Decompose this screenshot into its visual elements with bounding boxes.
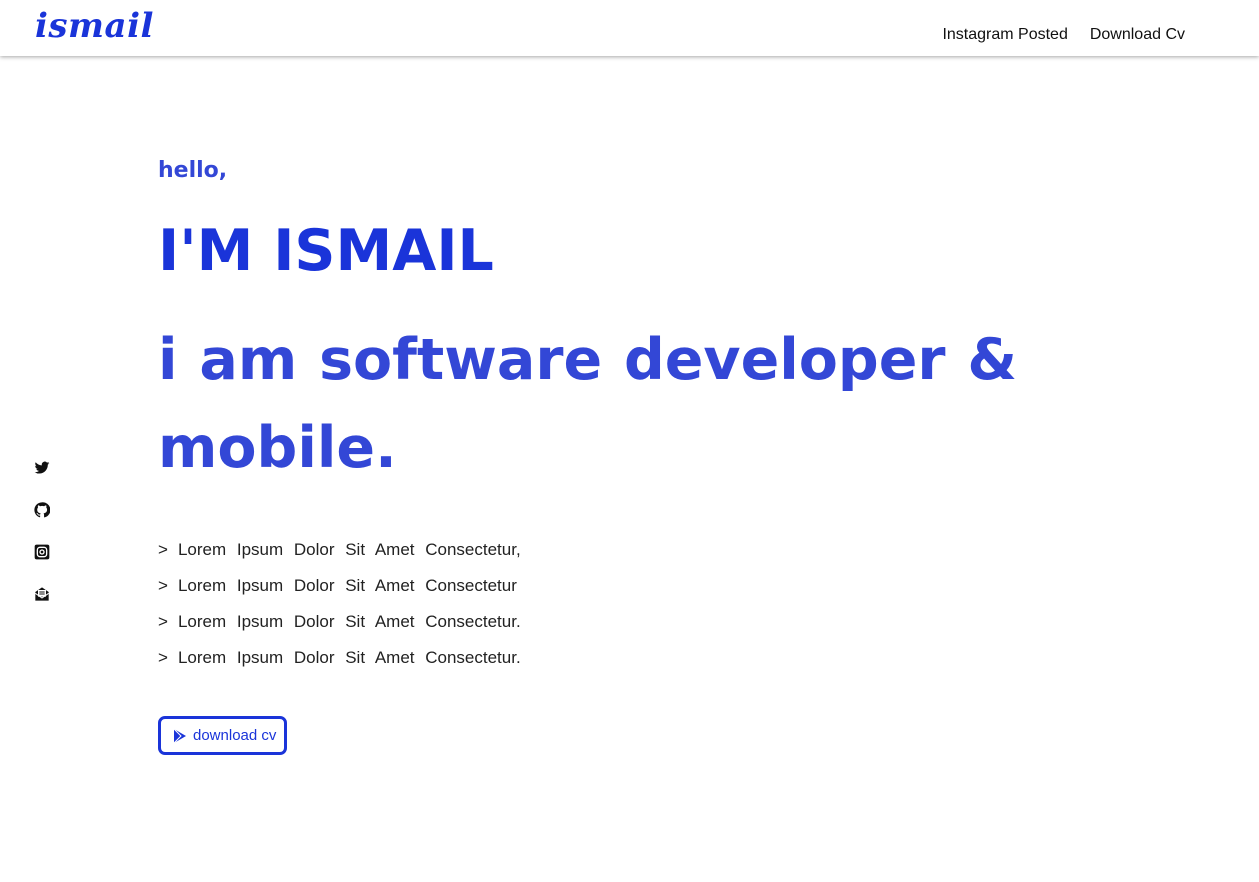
logo[interactable]: ismail [35, 6, 154, 46]
download-cv-button[interactable]: download cv [158, 716, 287, 755]
greeting: hello, [158, 158, 228, 183]
social-links [34, 460, 52, 628]
bullet-list: > Lorem Ipsum Dolor Sit Amet Consectetur,… [158, 532, 521, 676]
bullet-text: Lorem Ipsum Dolor Sit Amet Consectetur [177, 576, 517, 595]
nav-links: Instagram Posted Download Cv [942, 25, 1185, 45]
twitter-icon[interactable] [34, 460, 50, 476]
bullet-text: Lorem Ipsum Dolor Sit Amet Consectetur. [177, 612, 521, 631]
list-item: > Lorem Ipsum Dolor Sit Amet Consectetur, [158, 532, 521, 568]
bullet-arrow: > [158, 648, 168, 667]
bullet-arrow: > [158, 612, 168, 631]
play-icon [173, 728, 187, 744]
nav-link-download-cv[interactable]: Download Cv [1090, 25, 1185, 45]
github-icon[interactable] [34, 502, 50, 518]
list-item: > Lorem Ipsum Dolor Sit Amet Consectetur. [158, 604, 521, 640]
list-item: > Lorem Ipsum Dolor Sit Amet Consectetur [158, 568, 521, 604]
navbar: ismail Instagram Posted Download Cv [0, 0, 1259, 56]
hero-name: I'M ISMAIL [158, 218, 494, 284]
download-cv-label: download cv [193, 726, 277, 744]
bullet-text: Lorem Ipsum Dolor Sit Amet Consectetur. [177, 648, 521, 667]
list-item: > Lorem Ipsum Dolor Sit Amet Consectetur. [158, 640, 521, 676]
bullet-arrow: > [158, 540, 168, 559]
mail-icon[interactable] [34, 586, 50, 602]
nav-link-instagram-posted[interactable]: Instagram Posted [942, 25, 1067, 45]
bullet-arrow: > [158, 576, 168, 595]
hero-role: i am software developer & mobile. [158, 327, 1018, 481]
bullet-text: Lorem Ipsum Dolor Sit Amet Consectetur, [177, 540, 521, 559]
instagram-icon[interactable] [34, 544, 50, 560]
